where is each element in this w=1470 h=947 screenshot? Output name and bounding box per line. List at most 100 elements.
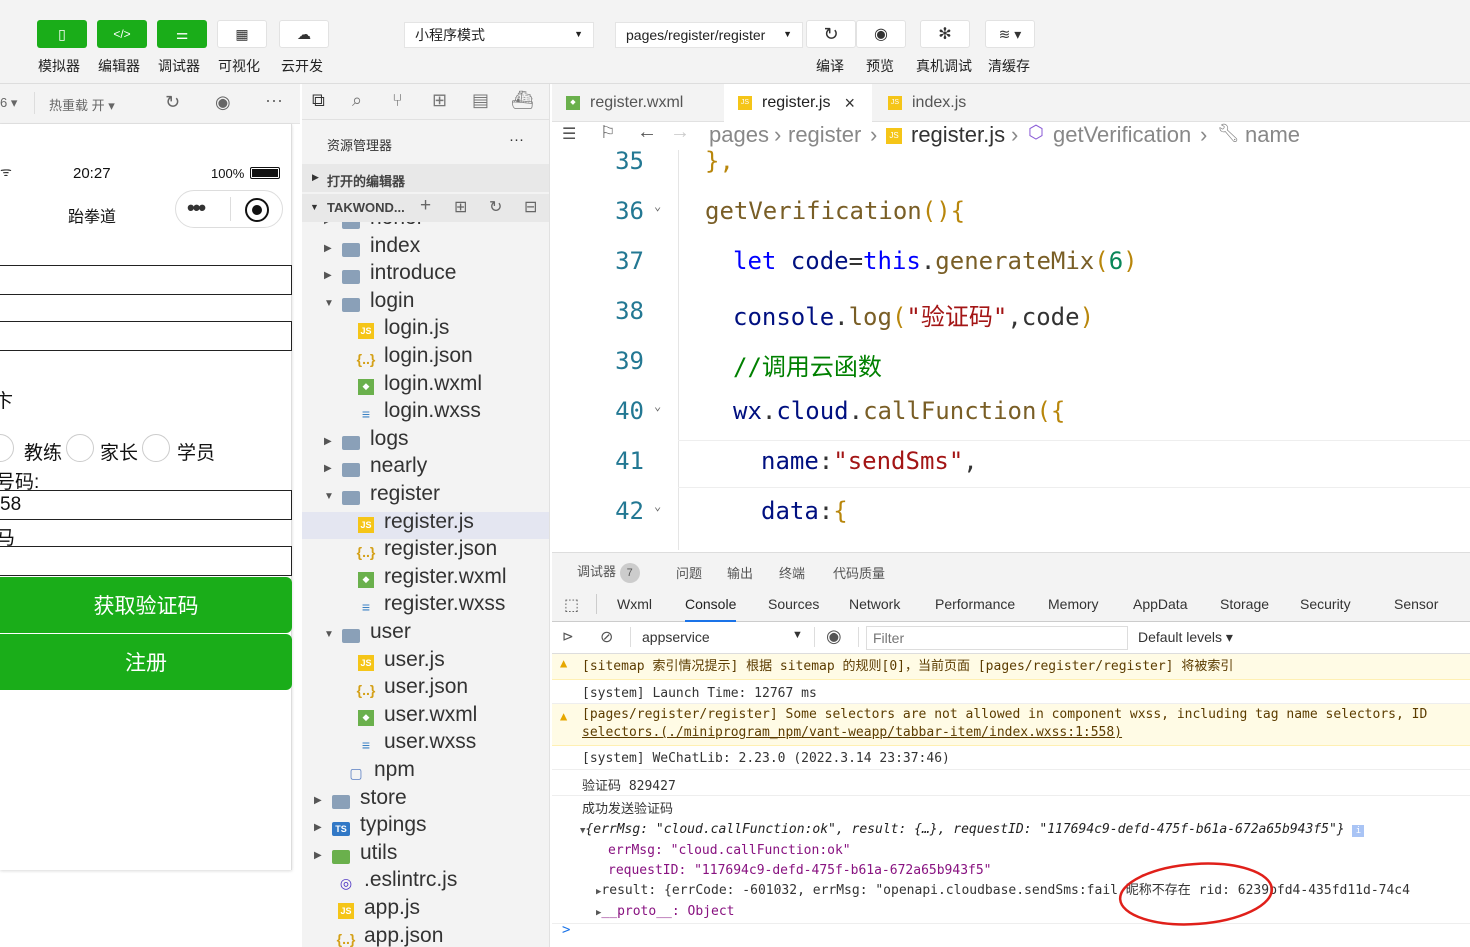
fold-chevron-icon[interactable]: ⌄ [654, 499, 661, 513]
file-item[interactable]: {..} user.json [302, 675, 549, 704]
file-item[interactable]: {..} register.json [302, 537, 549, 566]
debugger-toggle-button[interactable]: ⚌ [157, 20, 207, 48]
panel-tab-performance[interactable]: Performance [935, 596, 1015, 622]
docker-icon[interactable]: ⛴ [511, 90, 534, 111]
new-file-icon[interactable]: + [420, 195, 431, 217]
search-icon[interactable]: ⌕ [352, 90, 362, 111]
panel-tab-appdata[interactable]: AppData [1133, 596, 1187, 622]
folder-item[interactable]: ▶ TS typings [302, 813, 549, 842]
bookmark-icon[interactable]: ⚐ [600, 123, 615, 143]
role-radio-1[interactable] [0, 434, 14, 462]
folder-item[interactable]: ▶ index [302, 234, 549, 263]
source-link[interactable]: selectors.(./miniprogram_npm/vant-weapp/… [582, 725, 1122, 740]
breadcrumb-item[interactable]: register.js [911, 122, 1005, 148]
folder-item[interactable]: ▶ nearly [302, 454, 549, 483]
capsule-menu[interactable]: ••• [175, 190, 283, 228]
file-item[interactable]: ▢ npm [302, 758, 549, 787]
panel-tab-sensor[interactable]: Sensor [1394, 596, 1438, 622]
file-item[interactable]: ≡ user.wxss [302, 730, 549, 759]
new-folder-icon[interactable]: ⊞ [454, 197, 467, 217]
list-icon[interactable]: ☰ [562, 124, 576, 144]
panel-tab-memory[interactable]: Memory [1048, 596, 1099, 622]
tab-index-js[interactable]: JS index.js [874, 84, 1022, 122]
folder-item[interactable]: ▼ register [302, 482, 549, 511]
stop-icon[interactable]: ◉ [215, 92, 231, 113]
capsule-close-icon[interactable] [245, 198, 269, 222]
panel-tab-storage[interactable]: Storage [1220, 596, 1269, 622]
tab-register-js[interactable]: JS register.js × [724, 84, 872, 122]
collapse-all-icon[interactable]: ⊟ [524, 197, 537, 217]
editor-toggle-button[interactable]: </> [97, 20, 147, 48]
get-code-button[interactable]: 获取验证码 [0, 577, 292, 633]
zoom-select[interactable]: 6 ▾ [0, 95, 17, 111]
file-item[interactable]: ◎ .eslintrc.js [302, 868, 549, 897]
log-levels-select[interactable]: Default levels ▾ [1138, 629, 1233, 646]
refresh-explorer-icon[interactable]: ↻ [489, 197, 502, 217]
git-icon[interactable]: ⑂ [392, 90, 403, 111]
file-item[interactable]: ◆ register.wxml [302, 565, 549, 594]
prop-result[interactable]: ▶result: {errCode: -601032, errMsg: "ope… [582, 881, 1470, 902]
tab-output[interactable]: 输出 [727, 563, 753, 582]
mode-select[interactable]: 小程序模式 ▼ [404, 22, 594, 48]
context-select[interactable]: appservice [642, 629, 710, 645]
console-filter-input[interactable] [866, 626, 1128, 650]
fold-chevron-icon[interactable]: ⌄ [654, 199, 661, 213]
phone-input[interactable]: 58 [0, 490, 292, 520]
inspect-element-icon[interactable]: ⬚ [564, 595, 579, 615]
file-item[interactable]: ≡ register.wxss [302, 592, 549, 621]
breadcrumb-item[interactable]: pages [709, 122, 769, 148]
sidebar-toggle-icon[interactable]: ⊳ [562, 628, 574, 645]
tab-problems[interactable]: 问题 [676, 563, 702, 582]
file-item[interactable]: {..} app.json [302, 924, 549, 947]
panel-tab-network[interactable]: Network [849, 596, 900, 622]
code-input[interactable] [0, 546, 292, 576]
tab-code-quality[interactable]: 代码质量 [833, 563, 885, 582]
folder-item[interactable]: ▼ user [302, 620, 549, 649]
password-input[interactable] [0, 321, 292, 351]
tab-register-wxml[interactable]: ◆ register.wxml [552, 84, 722, 122]
more-icon[interactable]: ··· [265, 90, 283, 111]
role-radio-parent[interactable] [142, 434, 170, 462]
open-editors-section[interactable]: ▶ 打开的编辑器 [302, 164, 549, 192]
capsule-more-icon[interactable]: ••• [187, 195, 206, 221]
simulator-toggle-button[interactable]: ▯ [37, 20, 87, 48]
file-item[interactable]: JS login.js [302, 316, 549, 345]
visual-button[interactable]: ▦ [217, 20, 267, 48]
eye-icon[interactable]: ◉ [826, 626, 842, 647]
username-input[interactable] [0, 265, 292, 295]
file-item[interactable]: ◆ login.wxml [302, 372, 549, 401]
breadcrumb-item[interactable]: register [788, 122, 861, 148]
panel-tab-sources[interactable]: Sources [768, 596, 819, 622]
files-icon[interactable]: ⧉ [312, 90, 325, 111]
folder-item[interactable]: ▼ login [302, 289, 549, 318]
page-select[interactable]: pages/register/register ▼ [615, 22, 803, 48]
folder-item[interactable]: ▶ introduce [302, 261, 549, 290]
role-radio-coach[interactable] [66, 434, 94, 462]
tab-debugger[interactable]: 调试器 7 [577, 561, 640, 583]
console-prompt[interactable]: > [562, 922, 570, 938]
code-editor[interactable]: 35}, 36 ⌄ getVerification(){37 let code=this… [552, 150, 1470, 550]
breadcrumb-item[interactable]: name [1245, 122, 1300, 148]
compile-button[interactable]: ↻ [806, 20, 856, 48]
folder-item[interactable]: ▶ logs [302, 427, 549, 456]
file-item[interactable]: ≡ login.wxss [302, 399, 549, 428]
clear-cache-button[interactable]: ≋ ▾ [985, 20, 1035, 48]
extensions-icon[interactable]: ⊞ [432, 90, 447, 111]
prop-proto[interactable]: ▶__proto__: Object [582, 902, 1470, 923]
tab-terminal[interactable]: 终端 [779, 563, 805, 582]
file-item[interactable]: {..} login.json [302, 344, 549, 373]
remote-debug-button[interactable]: ✻ [920, 20, 970, 48]
hot-reload-toggle[interactable]: 热重载 开 ▾ [49, 95, 115, 114]
panel-tab-security[interactable]: Security [1300, 596, 1351, 622]
forward-arrow-icon[interactable]: → [670, 121, 690, 144]
clear-console-icon[interactable]: ⊘ [600, 627, 613, 647]
folder-item[interactable]: ▶ store [302, 786, 549, 815]
project-section[interactable]: ▼ TAKWOND... + ⊞ ↻ ⊟ [302, 194, 549, 222]
file-item[interactable]: JS register.js [302, 510, 549, 539]
file-item[interactable]: JS user.js [302, 648, 549, 677]
info-icon[interactable]: i [1352, 825, 1365, 837]
reload-icon[interactable]: ↻ [165, 92, 180, 113]
close-icon[interactable]: × [844, 93, 855, 114]
fold-chevron-icon[interactable]: ⌄ [654, 399, 661, 413]
explorer-more-icon[interactable]: ··· [509, 131, 524, 148]
